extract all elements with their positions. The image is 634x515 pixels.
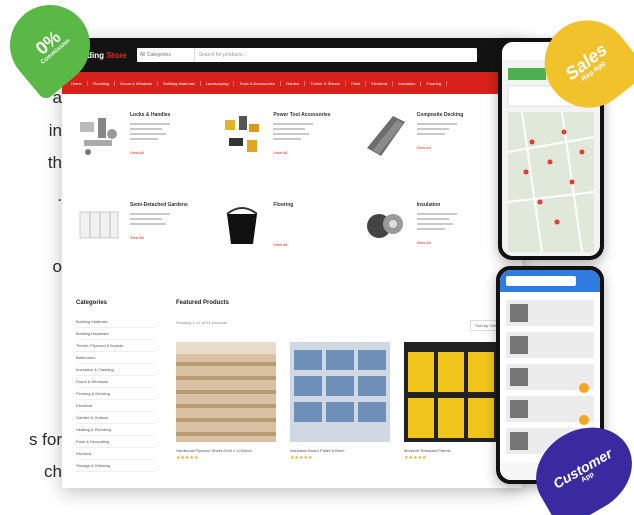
category-card[interactable]: Semi-Detached Gardens View All <box>76 196 219 270</box>
page: a in th . o s for ch Building Store All … <box>0 0 634 515</box>
plywood-image <box>176 342 276 442</box>
product-name: Hardwood Plywood Sheet 2440 x 1220mm <box>176 448 252 453</box>
text-line: th <box>47 153 62 172</box>
view-all-link[interactable]: View All <box>130 150 170 155</box>
category-title: Composite Decking <box>416 112 464 118</box>
nav-item[interactable]: Doors & Windows <box>115 80 159 86</box>
featured-subtitle: Showing 1-12 of 24 products <box>176 320 227 325</box>
category-card[interactable]: Power Tool Accessories View All <box>219 106 362 180</box>
nav-item[interactable]: Plumbing <box>88 80 116 86</box>
sidebar-item[interactable]: Heating & Plumbing <box>76 424 156 436</box>
product-card[interactable]: Hardwood Plywood Sheet 2440 x 1220mm ★★★… <box>176 342 276 461</box>
sidebar-item[interactable]: Doors & Windows <box>76 376 156 388</box>
nav-item[interactable]: Paint <box>346 80 367 86</box>
insulation-pallet-image <box>290 342 390 442</box>
category-card[interactable]: Insulation View All <box>363 196 506 270</box>
nav-item[interactable]: Landscaping <box>201 80 235 86</box>
view-all-link[interactable]: View All <box>417 145 464 150</box>
rating-stars: ★★★★★ <box>176 455 199 461</box>
category-card[interactable]: Composite Decking View All <box>363 106 506 180</box>
search-input[interactable]: Search for products... <box>195 48 477 62</box>
bucket-image <box>219 202 265 248</box>
badge-big-text: Customer <box>549 444 615 492</box>
brand-accent: Store <box>106 50 127 60</box>
text-line: in <box>48 121 62 140</box>
power-tools-image <box>219 112 265 158</box>
search-bar[interactable]: All Categories Search for products... <box>136 48 477 62</box>
text-line: o <box>52 257 62 276</box>
sidebar-item[interactable]: Paint & Decorating <box>76 436 156 448</box>
desktop-mockup: Building Store All Categories Search for… <box>62 38 522 488</box>
category-title: Semi-Detached Gardens <box>130 202 188 208</box>
search-category-select[interactable]: All Categories <box>137 48 195 62</box>
view-all-link[interactable]: View All <box>273 150 330 155</box>
category-sidebar: Categories Building Materials Building H… <box>76 300 156 472</box>
product-list: Hardwood Plywood Sheet 2440 x 1220mm ★★★… <box>176 342 504 461</box>
product-card[interactable]: Moisture Resistant Panels ★★★★★ <box>404 342 504 461</box>
yellow-panels-image <box>404 342 504 442</box>
category-title: Flooring <box>273 202 294 208</box>
sidebar-item[interactable]: Building Hardware <box>76 328 156 340</box>
sidebar-title: Categories <box>76 300 108 306</box>
sidebar-item[interactable]: Building Materials <box>76 316 156 328</box>
nav-item[interactable]: Electrical <box>366 80 394 86</box>
view-all-link[interactable]: View All <box>273 242 293 247</box>
gardens-image <box>76 202 122 248</box>
nav-item[interactable]: Flooring <box>421 80 447 86</box>
sidebar-item[interactable]: Flooring & Decking <box>76 388 156 400</box>
category-card[interactable]: Flooring View All <box>219 196 362 270</box>
main-nav: Home Plumbing Doors & Windows Building M… <box>62 72 522 94</box>
product-name: Moisture Resistant Panels <box>404 448 451 453</box>
nav-item[interactable]: Building Materials <box>158 80 201 86</box>
product-card[interactable]: Insulation Board Pallet 100mm ★★★★★ <box>290 342 390 461</box>
insulation-image <box>363 202 409 248</box>
category-grid: Locks & Handles View All Power Tool Acce… <box>76 106 506 270</box>
featured-title: Featured Products <box>176 300 230 306</box>
sidebar-item[interactable]: Garden & Outdoor <box>76 412 156 424</box>
product-name: Insulation Board Pallet 100mm <box>290 448 345 453</box>
view-all-link[interactable]: View All <box>417 240 457 245</box>
category-card[interactable]: Locks & Handles View All <box>76 106 219 180</box>
category-title: Insulation <box>416 202 441 208</box>
sidebar-item[interactable]: Timber, Plywood & Boards <box>76 340 156 352</box>
decking-image <box>363 112 409 158</box>
sidebar-item[interactable]: Insulation & Cladding <box>76 364 156 376</box>
locks-image <box>76 112 122 158</box>
rating-stars: ★★★★★ <box>404 455 427 461</box>
category-title: Locks & Handles <box>130 112 171 118</box>
sidebar-item[interactable]: Electrical <box>76 400 156 412</box>
sidebar-item[interactable]: Bathrooms <box>76 352 156 364</box>
rating-stars: ★★★★★ <box>290 455 313 461</box>
nav-item[interactable]: Home <box>66 80 88 86</box>
sidebar-item[interactable]: Storage & Shelving <box>76 460 156 472</box>
category-title: Power Tool Accessories <box>273 112 331 118</box>
header-bar: Building Store All Categories Search for… <box>62 38 522 72</box>
view-all-link[interactable]: View All <box>130 235 188 240</box>
nav-item[interactable]: Insulation <box>393 80 422 86</box>
text-line: ch <box>44 462 62 481</box>
sidebar-item[interactable]: Kitchens <box>76 448 156 460</box>
featured-products: Featured Products Showing 1-12 of 24 pro… <box>176 300 516 461</box>
nav-item[interactable]: Tools & Accessories <box>234 80 281 86</box>
text-line: s for <box>28 430 62 449</box>
nav-item[interactable]: Timber & Sheets <box>305 80 346 86</box>
nav-item[interactable]: Garden <box>281 80 306 86</box>
